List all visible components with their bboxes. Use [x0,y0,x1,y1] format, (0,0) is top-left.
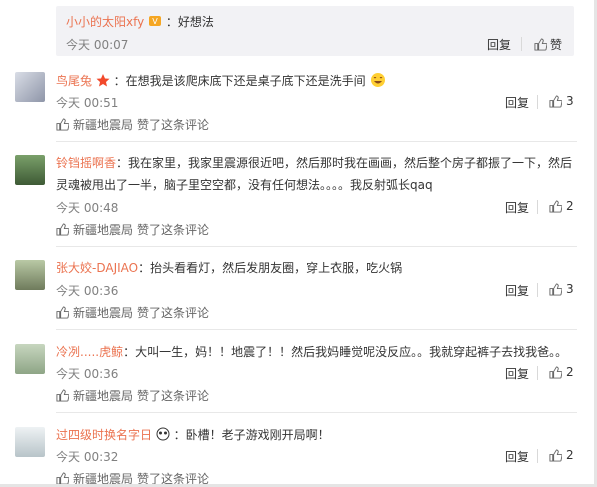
comment-username[interactable]: 铃铛摇啊香 [56,156,116,170]
thumb-up-icon [56,223,69,236]
liked-by-row: 新疆地震局 赞了这条评论 [56,116,209,133]
thumb-up-icon [549,282,562,296]
like-count: 2 [566,448,574,462]
avatar[interactable] [15,72,45,102]
comment-divider [56,246,577,247]
like-button[interactable]: 2 [549,365,574,379]
comment-time: 今天 00:36 [56,284,119,298]
comment-username[interactable]: 过四级时换名字日 [56,428,152,442]
thumb-up-icon [549,94,562,108]
thumb-up-icon [534,38,547,51]
liked-by-user[interactable]: 新疆地震局 [73,387,133,404]
divider [521,37,522,51]
liked-by-row: 新疆地震局 赞了这条评论 [56,304,209,321]
like-button[interactable]: 3 [549,94,574,108]
liked-by-row: 新疆地震局 赞了这条评论 [56,387,209,404]
user-badge-icon: V [148,15,166,29]
liked-by-user[interactable]: 新疆地震局 [73,221,133,238]
reply-button[interactable]: 回复 [505,94,529,111]
comment-time: 今天 00:48 [56,201,119,215]
thumb-up-icon [549,448,562,462]
thumb-up-icon [549,199,562,213]
avatar[interactable] [15,155,45,185]
star-badge-icon [96,74,110,88]
like-button[interactable]: 赞 [534,36,562,53]
laugh-emoji-icon [370,73,386,88]
like-count: 3 [566,94,574,108]
comment-username[interactable]: 鸟尾兔 [56,74,92,88]
reply-button[interactable]: 回复 [505,365,529,382]
like-button[interactable]: 3 [549,282,574,296]
svg-text:V: V [152,17,158,26]
comment-divider [56,329,577,330]
reply-button[interactable]: 回复 [487,36,511,53]
comment-text: ：卧槽！老子游戏刚开局啊！ [173,428,330,442]
like-button[interactable]: 2 [549,199,574,213]
liked-action: 赞了这条评论 [137,118,210,132]
reply-button[interactable]: 回复 [505,199,529,216]
liked-by-row: 新疆地震局 赞了这条评论 [56,221,209,238]
reply-button[interactable]: 回复 [505,282,529,299]
comment-time: 今天 00:32 [56,450,119,464]
avatar[interactable] [15,427,45,457]
like-label: 赞 [549,38,562,52]
comment-text: ：在想我是该爬床底下还是桌子底下还是洗手间 [113,74,366,88]
reply-username[interactable]: 小小的太阳xfy [66,15,144,29]
reply-text: ：好想法 [165,15,214,29]
comment-time: 今天 00:51 [56,96,119,110]
thumb-up-icon [56,118,69,131]
liked-action: 赞了这条评论 [137,223,210,237]
divider [537,449,538,463]
thumb-up-icon [56,306,69,319]
like-count: 2 [566,365,574,379]
comment-divider [56,141,577,142]
like-count: 3 [566,282,574,296]
divider [537,366,538,380]
comment-text: ：抬头看看灯，然后发朋友圈，穿上衣服，吃火锅 [138,261,403,275]
comment-time: 今天 00:36 [56,367,119,381]
comment-divider [56,412,577,413]
divider [537,200,538,214]
thumb-up-icon [56,389,69,402]
divider [537,283,538,297]
comment-text: ：我在家里，我家里震源很近吧，然后那时我在画画，然后整个房子都振了一下，然后灵魂… [56,156,573,192]
comment-username[interactable]: 张大姣-DAJIAO [56,261,138,275]
liked-by-user[interactable]: 新疆地震局 [73,304,133,321]
panda-badge-icon [156,427,170,442]
nested-reply: 小小的太阳xfy V ：好想法 今天 00:07 回复 赞 [56,6,574,56]
liked-by-user[interactable]: 新疆地震局 [73,116,133,133]
comment-username[interactable]: 冷冽.....虎鲸 [56,345,123,359]
liked-action: 赞了这条评论 [137,306,210,320]
like-button[interactable]: 2 [549,448,574,462]
divider [537,95,538,109]
thumb-up-icon [549,365,562,379]
like-count: 2 [566,199,574,213]
avatar[interactable] [15,344,45,374]
reply-time: 今天 00:07 [66,38,129,52]
avatar[interactable] [15,260,45,290]
liked-action: 赞了这条评论 [137,389,210,403]
comment-text: ：大叫一生，妈！！地震了！！然后我妈睡觉呢没反应。。我就穿起裤子去找我爸。。 [123,345,568,359]
reply-button[interactable]: 回复 [505,448,529,465]
